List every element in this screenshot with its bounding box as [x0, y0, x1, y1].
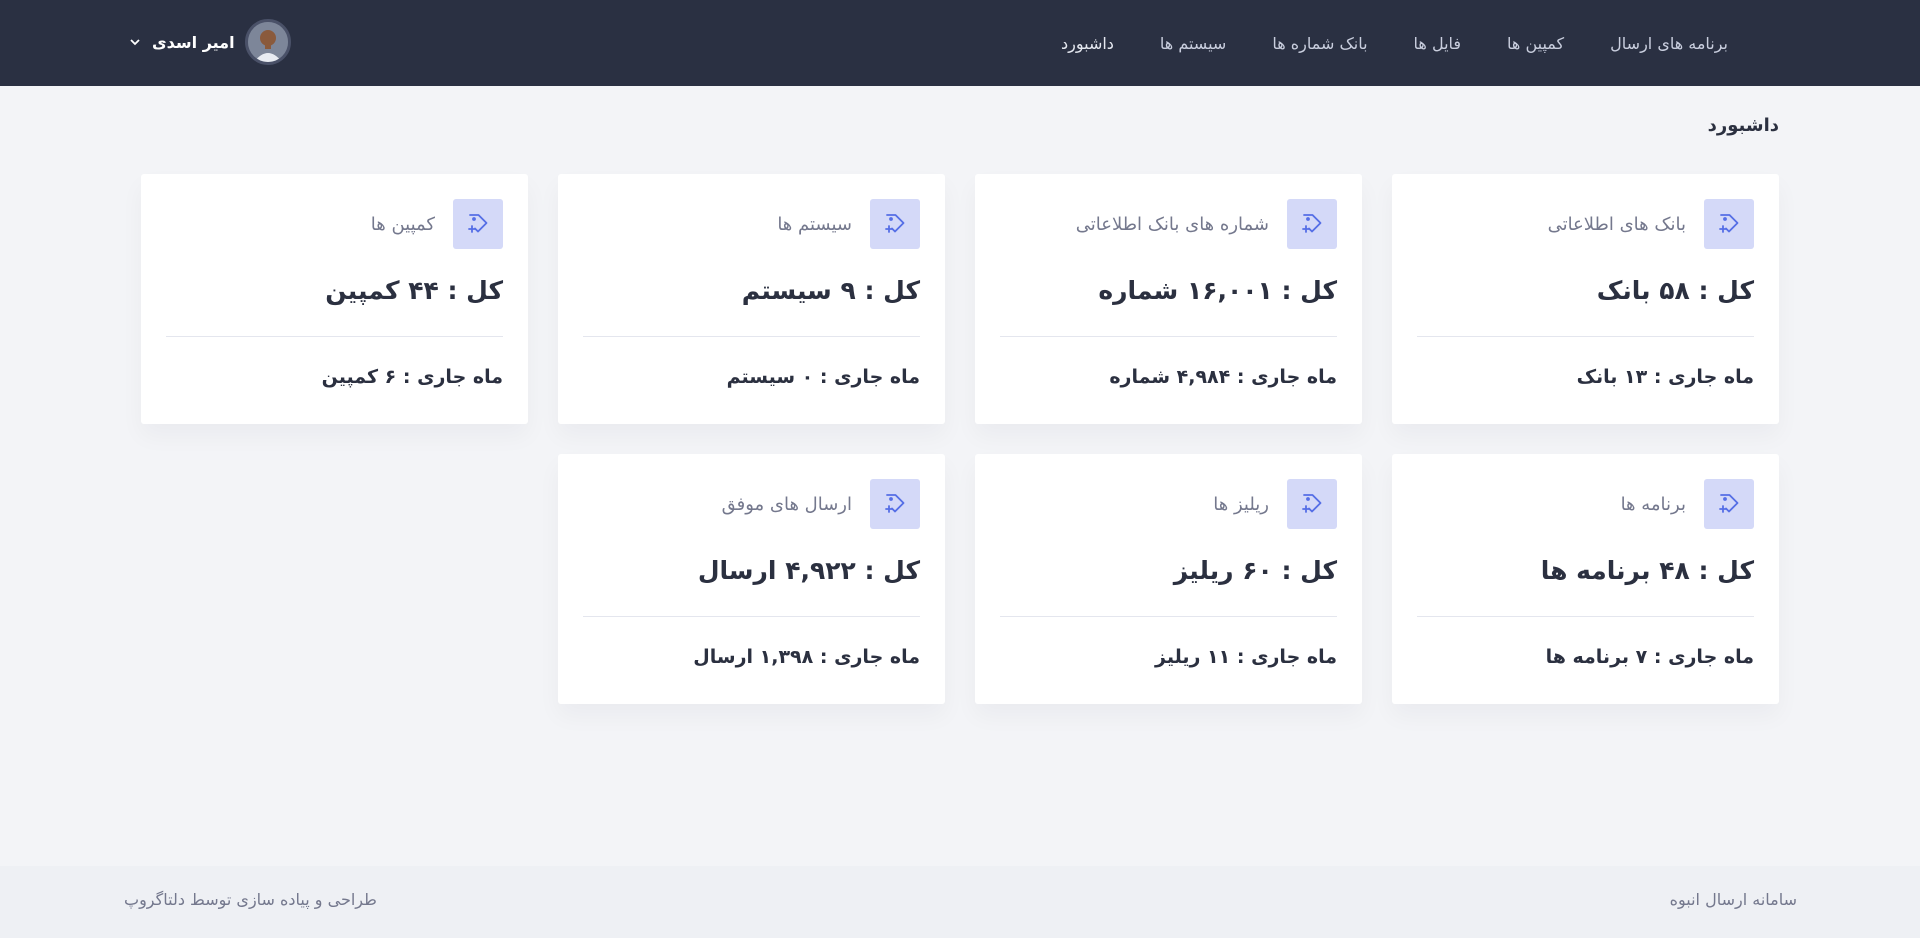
card-month: ماه جاری : ۶ کمپین — [321, 366, 503, 388]
card-header: سیستم ها — [777, 199, 920, 249]
card-month: ماه جاری : ۴,۹۸۴ شماره — [1109, 366, 1337, 388]
divider — [1417, 616, 1754, 617]
card-month: ماه جاری : ۰ سیستم — [726, 366, 920, 388]
user-menu[interactable]: امیر اسدی — [128, 19, 291, 65]
tag-icon — [1287, 479, 1337, 529]
chevron-down-icon — [128, 35, 142, 49]
user-name: امیر اسدی — [152, 32, 235, 52]
tag-icon — [1704, 199, 1754, 249]
divider — [166, 336, 503, 337]
card-total: کل : ۹ سیستم — [741, 276, 920, 305]
nav-item-dashboard[interactable]: داشبورد — [1061, 34, 1114, 53]
card-header: برنامه ها — [1621, 479, 1754, 529]
card-header: کمپین ها — [371, 199, 503, 249]
divider — [1417, 336, 1754, 337]
card-title: ریلیز ها — [1213, 493, 1269, 515]
divider — [583, 616, 920, 617]
tag-icon — [870, 199, 920, 249]
card-title: شماره های بانک اطلاعاتی — [1075, 213, 1269, 235]
nav-item-send-programs[interactable]: برنامه های ارسال — [1610, 34, 1728, 53]
card-month: ماه جاری : ۱۱ ریلیز — [1155, 646, 1337, 668]
divider — [1000, 616, 1337, 617]
footer-app-name: سامانه ارسال انبوه — [1669, 890, 1797, 909]
divider — [1000, 336, 1337, 337]
stat-card-bank-numbers: شماره های بانک اطلاعاتی کل : ۱۶,۰۰۱ شمار… — [975, 174, 1362, 424]
tag-icon — [870, 479, 920, 529]
card-header: ریلیز ها — [1213, 479, 1337, 529]
stat-card-successful-sends: ارسال های موفق کل : ۴,۹۲۲ ارسال ماه جاری… — [558, 454, 945, 704]
stat-card-programs: برنامه ها کل : ۴۸ برنامه ها ماه جاری : ۷… — [1392, 454, 1779, 704]
nav-item-campaigns[interactable]: کمپین ها — [1507, 34, 1564, 53]
card-total: کل : ۵۸ بانک — [1596, 276, 1754, 305]
card-month: ماه جاری : ۱,۳۹۸ ارسال — [693, 646, 920, 668]
stat-card-campaigns: کمپین ها کل : ۴۴ کمپین ماه جاری : ۶ کمپی… — [141, 174, 528, 424]
divider — [583, 336, 920, 337]
card-title: سیستم ها — [777, 213, 852, 235]
nav-item-number-banks[interactable]: بانک شماره ها — [1272, 34, 1367, 53]
card-total: کل : ۴۴ کمپین — [325, 276, 503, 305]
card-header: ارسال های موفق — [722, 479, 920, 529]
card-total: کل : ۴,۹۲۲ ارسال — [697, 556, 920, 585]
card-total: کل : ۴۸ برنامه ها — [1540, 556, 1754, 585]
top-navbar: امیر اسدی داشبورد سیستم ها بانک شماره ها… — [0, 0, 1920, 86]
avatar[interactable] — [244, 19, 291, 65]
nav-item-files[interactable]: فایل ها — [1414, 34, 1462, 53]
card-title: ارسال های موفق — [721, 493, 852, 515]
stat-card-data-banks: بانک های اطلاعاتی کل : ۵۸ بانک ماه جاری … — [1392, 174, 1779, 424]
card-title: کمپین ها — [370, 213, 435, 235]
card-total: کل : ۶۰ ریلیز — [1173, 556, 1337, 585]
tag-icon — [1704, 479, 1754, 529]
page-title: داشبورد — [1707, 115, 1779, 136]
card-title: بانک های اطلاعاتی — [1547, 213, 1686, 235]
card-header: بانک های اطلاعاتی — [1548, 199, 1754, 249]
card-month: ماه جاری : ۷ برنامه ها — [1545, 646, 1754, 668]
card-title: برنامه ها — [1620, 493, 1686, 515]
footer: طراحی و پیاده سازی توسط دلتاگروپ سامانه … — [0, 866, 1920, 938]
stat-card-systems: سیستم ها کل : ۹ سیستم ماه جاری : ۰ سیستم — [558, 174, 945, 424]
card-header: شماره های بانک اطلاعاتی — [1076, 199, 1337, 249]
stat-card-releases: ریلیز ها کل : ۶۰ ریلیز ماه جاری : ۱۱ ریل… — [975, 454, 1362, 704]
footer-credit: طراحی و پیاده سازی توسط دلتاگروپ — [124, 890, 377, 909]
card-total: کل : ۱۶,۰۰۱ شماره — [1098, 276, 1337, 305]
nav-item-systems[interactable]: سیستم ها — [1160, 34, 1226, 53]
card-month: ماه جاری : ۱۳ بانک — [1576, 366, 1754, 388]
tag-icon — [453, 199, 503, 249]
tag-icon — [1287, 199, 1337, 249]
main-nav: داشبورد سیستم ها بانک شماره ها فایل ها ک… — [1061, 0, 1728, 86]
